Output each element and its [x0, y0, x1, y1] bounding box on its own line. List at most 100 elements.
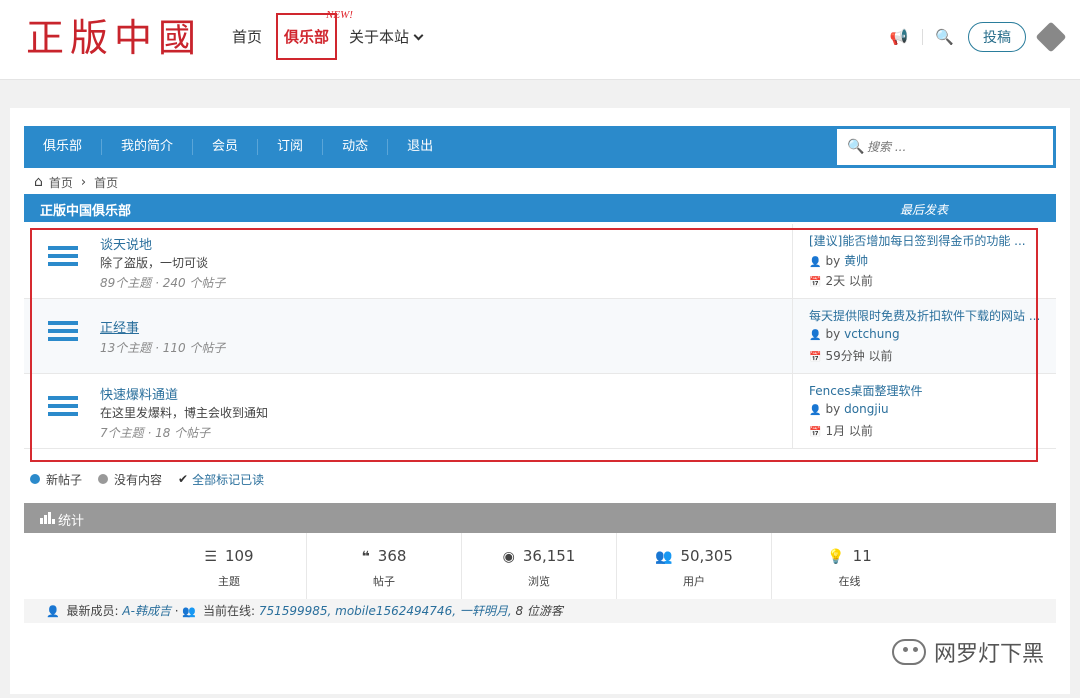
- nav-home[interactable]: 首页: [232, 26, 262, 47]
- subnav-item-subscriptions[interactable]: 订阅: [258, 139, 324, 155]
- category-header: 正版中国俱乐部 最后发表: [24, 194, 1056, 222]
- last-post-time-line: 📅 1月 以前: [809, 422, 873, 439]
- forum-panel: 俱乐部 我的简介 会员 订阅 动态 退出 🔍 ⌂ 首页 › 首页 正版中国俱乐部…: [10, 108, 1070, 694]
- wechat-icon: [891, 639, 926, 665]
- forum-title[interactable]: 谈天说地: [100, 234, 152, 253]
- new-badge: NEW!: [326, 8, 353, 21]
- quote-icon: ❝: [361, 549, 370, 565]
- chevron-down-icon: [413, 30, 424, 40]
- forum-last-post: [建议]能否增加每日签到得金币的功能 ... 👤 by 黄帅 📅 2天 以前: [792, 224, 1056, 299]
- subnav-item-profile[interactable]: 我的简介: [102, 139, 194, 155]
- stat-users: 👥 50,305 用户: [617, 533, 772, 599]
- forum-stats: 89个主题 · 240 个帖子: [100, 276, 226, 290]
- no-content-dot: [98, 474, 109, 484]
- subnav-item-activity[interactable]: 动态: [323, 139, 389, 155]
- mark-all-read-link[interactable]: ✔ 全部标记已读: [178, 471, 264, 488]
- online-label: 当前在线:: [202, 604, 255, 618]
- user-icon: 👤: [809, 405, 822, 416]
- by-label: by: [825, 402, 841, 416]
- stat-value: 36,151: [522, 547, 576, 565]
- last-post-author[interactable]: dongjiu: [844, 402, 888, 416]
- nav-about[interactable]: 关于本站: [349, 26, 424, 47]
- stat-views: ◉ 36,151 浏览: [462, 533, 617, 599]
- search-icon: 🔍: [847, 139, 865, 155]
- forum-search-input[interactable]: [867, 137, 1047, 157]
- main-nav: 首页 俱乐部 NEW! 关于本站: [232, 9, 436, 60]
- breadcrumb: ⌂ 首页 › 首页: [34, 171, 118, 193]
- submit-post-button[interactable]: 投稿: [968, 22, 1026, 52]
- legend-no-content: 没有内容: [98, 471, 162, 488]
- users-icon: 👥: [182, 605, 197, 618]
- bar-chart-icon: [40, 512, 55, 524]
- legend-new-posts: 新帖子: [30, 471, 82, 488]
- forum-row: 谈天说地 除了盗版，一切可谈 89个主题 · 240 个帖子 [建议]能否增加每…: [24, 224, 1056, 299]
- stats-header: 统计: [24, 503, 1056, 533]
- nav-about-label: 关于本站: [349, 27, 410, 46]
- forum-search-box: 🔍: [836, 128, 1054, 166]
- site-logo[interactable]: 正版中國: [26, 14, 202, 62]
- newest-member-link[interactable]: A-韩成吉: [122, 604, 171, 618]
- lightbulb-icon: 💡: [827, 549, 845, 565]
- newest-member-label: 最新成员:: [66, 604, 119, 618]
- subnav-item-club[interactable]: 俱乐部: [24, 139, 103, 155]
- user-icon: 👤: [46, 605, 60, 618]
- search-icon[interactable]: 🔍: [935, 28, 954, 46]
- nav-club-wrapper: 俱乐部 NEW!: [276, 9, 353, 60]
- last-post-time: 2天 以前: [825, 274, 873, 288]
- last-post-title[interactable]: [建议]能否增加每日签到得金币的功能 ...: [809, 232, 1049, 249]
- forum-last-post: Fences桌面整理软件 👤 by dongjiu 📅 1月 以前: [792, 374, 1056, 449]
- guest-count: 8 位游客: [515, 604, 563, 618]
- stat-value: 11: [852, 547, 872, 565]
- watermark-text: 网罗灯下黑: [933, 642, 1044, 667]
- calendar-icon: 📅: [809, 277, 822, 288]
- site-header: 正版中國 首页 俱乐部 NEW! 关于本站 📢 🔍 投稿: [0, 0, 1080, 80]
- stat-value: 368: [377, 547, 407, 565]
- stat-label: 浏览: [528, 575, 550, 588]
- stat-value: 109: [224, 547, 254, 565]
- forum-row: 正经事 13个主题 · 110 个帖子 每天提供限时免费及折扣软件下载的网站 .…: [24, 299, 1056, 374]
- last-post-time-line: 📅 2天 以前: [809, 272, 873, 289]
- megaphone-icon[interactable]: 📢: [890, 28, 909, 46]
- breadcrumb-item-current: 首页: [94, 175, 119, 190]
- calendar-icon: 📅: [809, 427, 822, 438]
- check-icon: ✔: [178, 472, 189, 486]
- last-post-title[interactable]: Fences桌面整理软件: [809, 382, 1049, 399]
- stat-posts: ❝ 368 帖子: [307, 533, 462, 599]
- stat-online: 💡 11 在线: [772, 533, 927, 599]
- last-post-author[interactable]: vctchung: [844, 327, 899, 341]
- forum-menu-icon: [48, 246, 78, 274]
- avatar[interactable]: [1035, 21, 1067, 53]
- breadcrumb-item-home[interactable]: 首页: [49, 174, 73, 191]
- club-subnav: 俱乐部 我的简介 会员 订阅 动态 退出 🔍: [24, 126, 1056, 168]
- user-icon: 👤: [809, 257, 822, 268]
- forum-last-post: 每天提供限时免费及折扣软件下载的网站 ... 👤 by vctchung 📅 59分钟…: [792, 299, 1056, 374]
- stat-label: 主题: [218, 575, 240, 588]
- last-post-author-line: 👤 by dongjiu: [809, 402, 889, 416]
- legend-new-posts-label: 新帖子: [46, 472, 83, 487]
- stat-label: 帖子: [373, 575, 395, 588]
- last-post-time-line: 📅 59分钟 以前: [809, 347, 893, 364]
- last-post-title[interactable]: 每天提供限时免费及折扣软件下载的网站 ...: [809, 307, 1049, 324]
- subnav-item-logout[interactable]: 退出: [388, 139, 452, 155]
- forum-title[interactable]: 正经事: [100, 317, 139, 336]
- header-tools: 📢 🔍 投稿: [890, 21, 1067, 53]
- category-title[interactable]: 正版中国俱乐部: [40, 200, 131, 219]
- last-post-time: 1月 以前: [825, 424, 873, 438]
- last-post-author-line: 👤 by vctchung: [809, 327, 900, 341]
- forum-title[interactable]: 快速爆料通道: [100, 384, 178, 403]
- last-post-author-line: 👤 by 黄帅: [809, 252, 868, 269]
- by-label: by: [825, 327, 841, 341]
- legend-no-content-label: 没有内容: [114, 472, 163, 487]
- calendar-icon: 📅: [809, 352, 822, 363]
- stat-label: 在线: [838, 575, 861, 588]
- stat-value: 50,305: [680, 547, 733, 565]
- home-icon[interactable]: ⌂: [34, 174, 43, 190]
- subnav-item-members[interactable]: 会员: [193, 139, 259, 155]
- new-posts-dot: [30, 474, 40, 484]
- stats-row: ☰ 109 主题 ❝ 368 帖子 ◉ 36,151 浏览 👥 50,305 用户 💡 1…: [24, 533, 1056, 599]
- last-post-author[interactable]: 黄帅: [844, 254, 868, 268]
- stat-label: 用户: [683, 575, 705, 588]
- online-users-list[interactable]: 751599985, mobile1562494746, 一轩明月,: [259, 604, 512, 618]
- forum-list: 谈天说地 除了盗版，一切可谈 89个主题 · 240 个帖子 [建议]能否增加每…: [24, 224, 1056, 450]
- by-label: by: [825, 254, 841, 268]
